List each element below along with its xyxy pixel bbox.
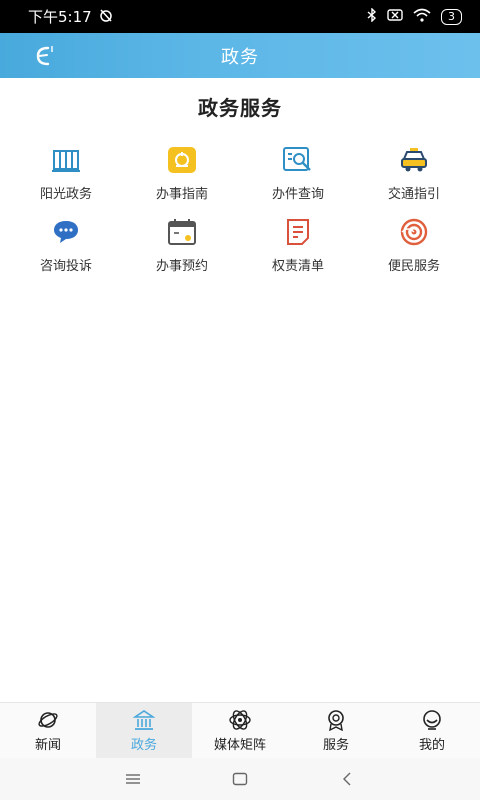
badge-icon bbox=[325, 709, 347, 732]
planet-icon bbox=[37, 709, 59, 731]
profile-icon bbox=[421, 709, 443, 731]
nav-label: 新闻 bbox=[34, 738, 61, 753]
service-guide[interactable]: 办事指南 bbox=[124, 140, 240, 202]
wifi-icon bbox=[413, 8, 431, 26]
nav-label: 我的 bbox=[418, 738, 445, 753]
guide-icon bbox=[166, 144, 198, 175]
sim-icon bbox=[387, 8, 403, 25]
back-icon[interactable] bbox=[335, 767, 359, 791]
alarm-off-icon bbox=[98, 7, 114, 27]
nav-label: 政务 bbox=[130, 738, 157, 753]
service-sunshine-gov[interactable]: 阳光政务 bbox=[8, 140, 124, 202]
battery-icon: 3 bbox=[441, 8, 462, 25]
service-grid: 阳光政务 办事指南 办件查询 交通指引 咨询投诉 办事预约 权责清单 便民服务 bbox=[8, 140, 472, 274]
service-convenience[interactable]: 便民服务 bbox=[356, 212, 472, 274]
atom-icon bbox=[229, 709, 251, 731]
bottom-nav: 新闻 政务 媒体矩阵 服务 我的 bbox=[0, 702, 480, 759]
service-label: 办事预约 bbox=[155, 259, 208, 274]
service-label: 阳光政务 bbox=[39, 187, 92, 202]
status-time: 下午5:17 bbox=[28, 8, 92, 26]
service-appointment[interactable]: 办事预约 bbox=[124, 212, 240, 274]
section-title: 政务服务 bbox=[198, 96, 282, 120]
calendar-icon bbox=[166, 216, 198, 247]
nav-government[interactable]: 政务 bbox=[96, 703, 192, 759]
nav-label: 媒体矩阵 bbox=[213, 738, 266, 753]
service-responsibility-list[interactable]: 权责清单 bbox=[240, 212, 356, 274]
status-left: 下午5:17 bbox=[28, 6, 114, 27]
nav-service[interactable]: 服务 bbox=[288, 703, 384, 759]
government-icon bbox=[132, 709, 156, 731]
building-icon bbox=[50, 144, 82, 175]
service-label: 权责清单 bbox=[271, 259, 324, 274]
app-logo-icon bbox=[30, 42, 58, 70]
nav-media-matrix[interactable]: 媒体矩阵 bbox=[192, 703, 288, 759]
status-right: 3 bbox=[367, 6, 462, 26]
home-icon[interactable] bbox=[228, 767, 252, 791]
bluetooth-icon bbox=[367, 6, 377, 26]
search-doc-icon bbox=[282, 144, 314, 175]
service-case-query[interactable]: 办件查询 bbox=[240, 140, 356, 202]
page-title: 政务 bbox=[221, 46, 259, 68]
menu-icon[interactable] bbox=[121, 767, 145, 791]
taxi-icon bbox=[398, 144, 430, 175]
list-doc-icon bbox=[282, 216, 314, 247]
swirl-icon bbox=[398, 216, 430, 247]
nav-profile[interactable]: 我的 bbox=[384, 703, 480, 759]
service-label: 交通指引 bbox=[387, 187, 440, 202]
service-label: 便民服务 bbox=[387, 259, 440, 274]
service-complaint[interactable]: 咨询投诉 bbox=[8, 212, 124, 274]
app-header: 政务 bbox=[0, 33, 480, 78]
service-label: 咨询投诉 bbox=[39, 259, 92, 274]
nav-label: 服务 bbox=[322, 738, 349, 753]
nav-news[interactable]: 新闻 bbox=[0, 703, 96, 759]
system-nav bbox=[0, 758, 480, 800]
status-bar: 下午5:17 3 bbox=[0, 0, 480, 33]
service-label: 办件查询 bbox=[271, 187, 324, 202]
chat-icon bbox=[50, 216, 82, 247]
service-traffic[interactable]: 交通指引 bbox=[356, 140, 472, 202]
service-label: 办事指南 bbox=[155, 187, 208, 202]
